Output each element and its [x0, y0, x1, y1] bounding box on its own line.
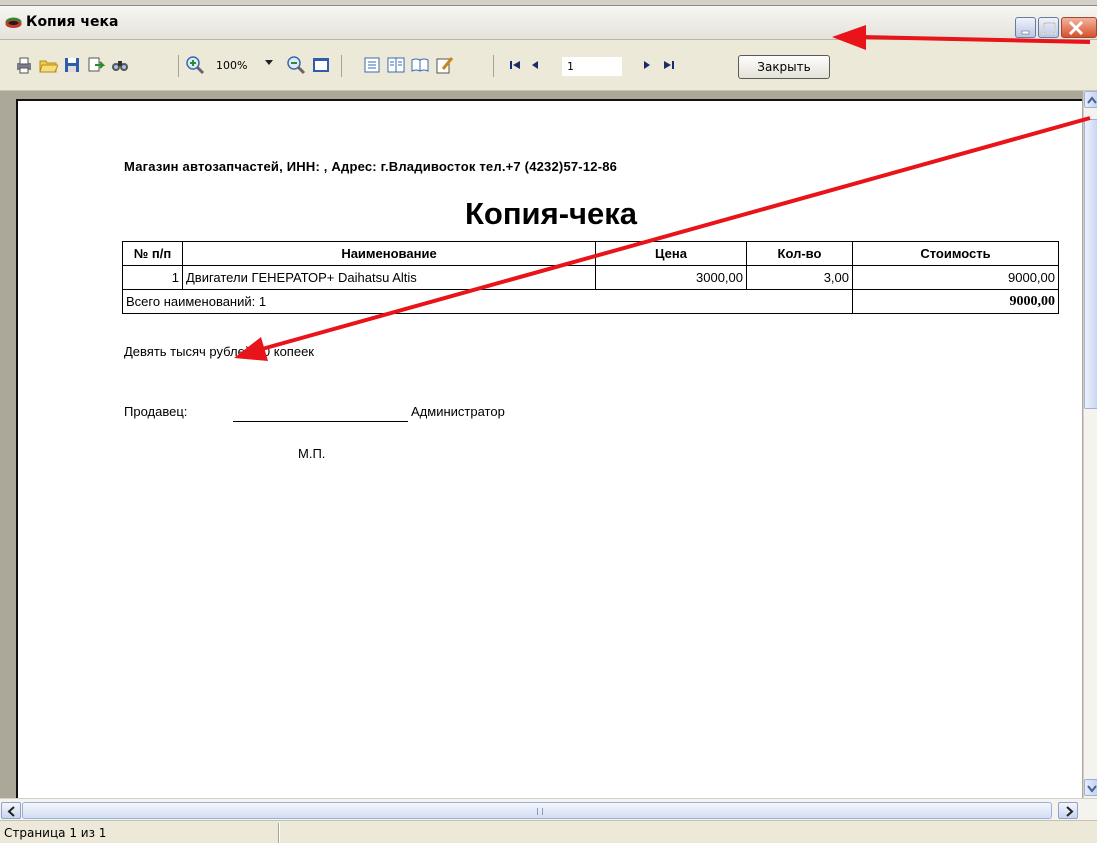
minimize-icon [1021, 30, 1030, 35]
stamp-place: М.П. [298, 446, 326, 461]
toolbar-separator [493, 55, 494, 77]
table-header-row: № п/п Наименование Цена Кол-во Стоимость [122, 241, 1059, 266]
status-divider [278, 823, 280, 843]
row-number: 1 [122, 265, 183, 290]
seller-role: Администратор [411, 404, 505, 419]
export-icon[interactable] [85, 55, 105, 75]
close-button[interactable]: Закрыть [738, 55, 830, 79]
book-icon[interactable] [410, 55, 430, 75]
app-icon [5, 17, 22, 28]
one-page-icon[interactable] [362, 55, 382, 75]
toolbar: 100% Закрыть [0, 41, 1097, 91]
scroll-up-button[interactable] [1084, 91, 1097, 108]
zoom-in-icon[interactable] [185, 55, 205, 75]
next-page-icon[interactable] [636, 55, 656, 75]
store-info: Магазин автозапчастей, ИНН: , Адрес: г.В… [124, 159, 618, 174]
toolbar-separator [178, 55, 179, 77]
preview-area[interactable]: Магазин автозапчастей, ИНН: , Адрес: г.В… [0, 91, 1097, 799]
table-row: 1 Двигатели ГЕНЕРАТОР+ Daihatsu Altis 30… [122, 265, 1059, 290]
signature-line [233, 421, 408, 422]
chevron-down-icon[interactable] [265, 60, 273, 65]
vertical-scroll-thumb[interactable] [1084, 119, 1097, 409]
total-value: 9000,00 [852, 289, 1059, 314]
vertical-scrollbar[interactable] [1083, 91, 1097, 798]
previous-page-icon[interactable] [526, 55, 546, 75]
window-title: Копия чека [26, 14, 119, 30]
chevron-down-icon [1087, 785, 1097, 793]
page-status: Страница 1 из 1 [4, 826, 107, 840]
seller-label: Продавец: [124, 404, 188, 419]
item-cost: 9000,00 [852, 265, 1059, 290]
close-icon [1068, 20, 1084, 36]
item-name: Двигатели ГЕНЕРАТОР+ Daihatsu Altis [182, 265, 596, 290]
item-price: 3000,00 [595, 265, 747, 290]
chevron-right-icon [1066, 806, 1074, 817]
last-page-icon[interactable] [659, 55, 679, 75]
print-icon[interactable] [14, 55, 34, 75]
zoom-select[interactable]: 100% [216, 56, 274, 76]
receipt-document: Магазин автозапчастей, ИНН: , Адрес: г.В… [18, 101, 1084, 801]
maximize-button[interactable] [1038, 17, 1059, 38]
document-title: Копия-чека [464, 196, 638, 231]
title-bar[interactable]: Копия чека [0, 6, 1097, 40]
toolbar-separator [341, 55, 342, 77]
column-header: Кол-во [746, 241, 853, 266]
first-page-icon[interactable] [505, 55, 525, 75]
horizontal-scrollbar[interactable] [0, 798, 1097, 820]
full-page-icon[interactable] [311, 55, 331, 75]
horizontal-scroll-thumb[interactable] [22, 802, 1052, 819]
minimize-button[interactable] [1015, 17, 1036, 38]
scroll-down-button[interactable] [1084, 779, 1097, 796]
scroll-right-button[interactable] [1058, 802, 1078, 819]
edit-icon[interactable] [434, 55, 454, 75]
column-header: Стоимость [852, 241, 1059, 266]
total-row: Всего наименований: 1 9000,00 [122, 289, 1059, 314]
column-header: Наименование [182, 241, 596, 266]
total-label: Всего наименований: 1 [122, 289, 853, 314]
two-pages-icon[interactable] [386, 55, 406, 75]
chevron-left-icon [7, 806, 15, 817]
receipt-page: Магазин автозапчастей, ИНН: , Адрес: г.В… [16, 99, 1082, 799]
find-icon[interactable] [110, 55, 130, 75]
column-header: Цена [595, 241, 747, 266]
amount-in-words: Девять тысяч рублей 00 копеек [124, 344, 314, 359]
save-icon[interactable] [62, 55, 82, 75]
items-table: № п/п Наименование Цена Кол-во Стоимость… [122, 241, 1059, 314]
chevron-up-icon [1087, 96, 1097, 104]
column-header: № п/п [122, 241, 183, 266]
open-icon[interactable] [38, 55, 58, 75]
grip-icon [537, 808, 543, 815]
page-number-input[interactable] [562, 57, 622, 76]
zoom-out-icon[interactable] [286, 55, 306, 75]
maximize-icon [1043, 22, 1056, 34]
item-quantity: 3,00 [746, 265, 853, 290]
status-bar: Страница 1 из 1 [0, 820, 1097, 843]
scroll-left-button[interactable] [1, 802, 21, 819]
window-close-button[interactable] [1061, 17, 1097, 38]
